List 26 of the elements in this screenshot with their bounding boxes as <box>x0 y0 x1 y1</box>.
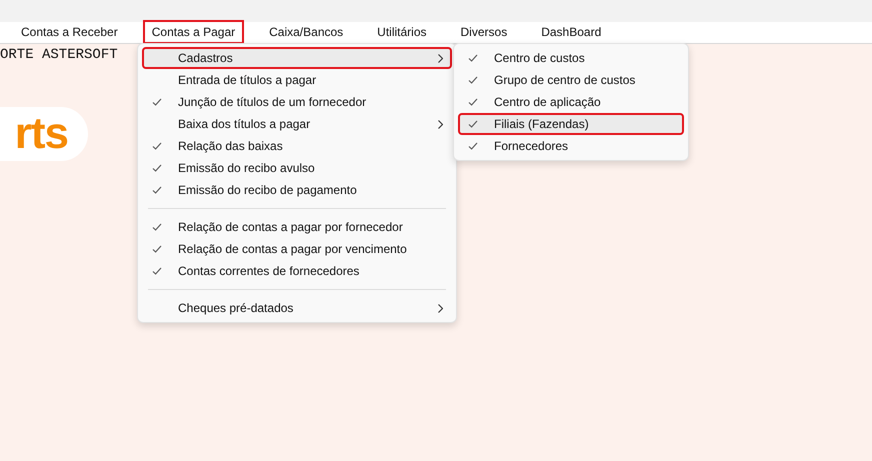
menu-item[interactable]: Contas correntes de fornecedores <box>142 260 452 282</box>
menu-bar-item[interactable]: DashBoard <box>532 20 610 44</box>
menu-item[interactable]: Relação de contas a pagar por fornecedor <box>142 216 452 238</box>
menu-item[interactable]: Entrada de títulos a pagar <box>142 69 452 91</box>
menu-item[interactable]: Grupo de centro de custos <box>458 69 684 91</box>
menu-item[interactable]: Cadastros <box>142 47 452 69</box>
menu-bar-item[interactable]: Caixa/Bancos <box>260 20 352 44</box>
menu-bar-item[interactable]: Diversos <box>452 20 516 44</box>
chevron-right-icon <box>438 304 443 312</box>
menu-item[interactable]: Centro de custos <box>458 47 684 69</box>
menu-item[interactable]: Baixa dos títulos a pagar <box>142 113 452 135</box>
menu-item[interactable]: Filiais (Fazendas) <box>458 113 684 135</box>
menu-item[interactable]: Emissão do recibo avulso <box>142 157 452 179</box>
menu-item[interactable]: Fornecedores <box>458 135 684 157</box>
menu-bar-item[interactable]: Utilitários <box>368 20 436 44</box>
menu-item[interactable]: Cheques pré-datados <box>142 297 452 319</box>
menu-bar-item[interactable]: Contas a Receber <box>12 20 127 44</box>
menu-item[interactable]: Junção de títulos de um fornecedor <box>142 91 452 113</box>
banner-text: ORTE ASTERSOFT <box>0 47 118 63</box>
logo-text: rts <box>14 112 68 156</box>
menu-item[interactable]: Emissão do recibo de pagamento <box>142 179 452 201</box>
menu-item[interactable]: Relação de contas a pagar por vencimento <box>142 238 452 260</box>
chevron-right-icon <box>438 54 443 62</box>
menu-item[interactable]: Relação das baixas <box>142 135 452 157</box>
menu-item[interactable]: Centro de aplicação <box>458 91 684 113</box>
chevron-right-icon <box>438 120 443 128</box>
